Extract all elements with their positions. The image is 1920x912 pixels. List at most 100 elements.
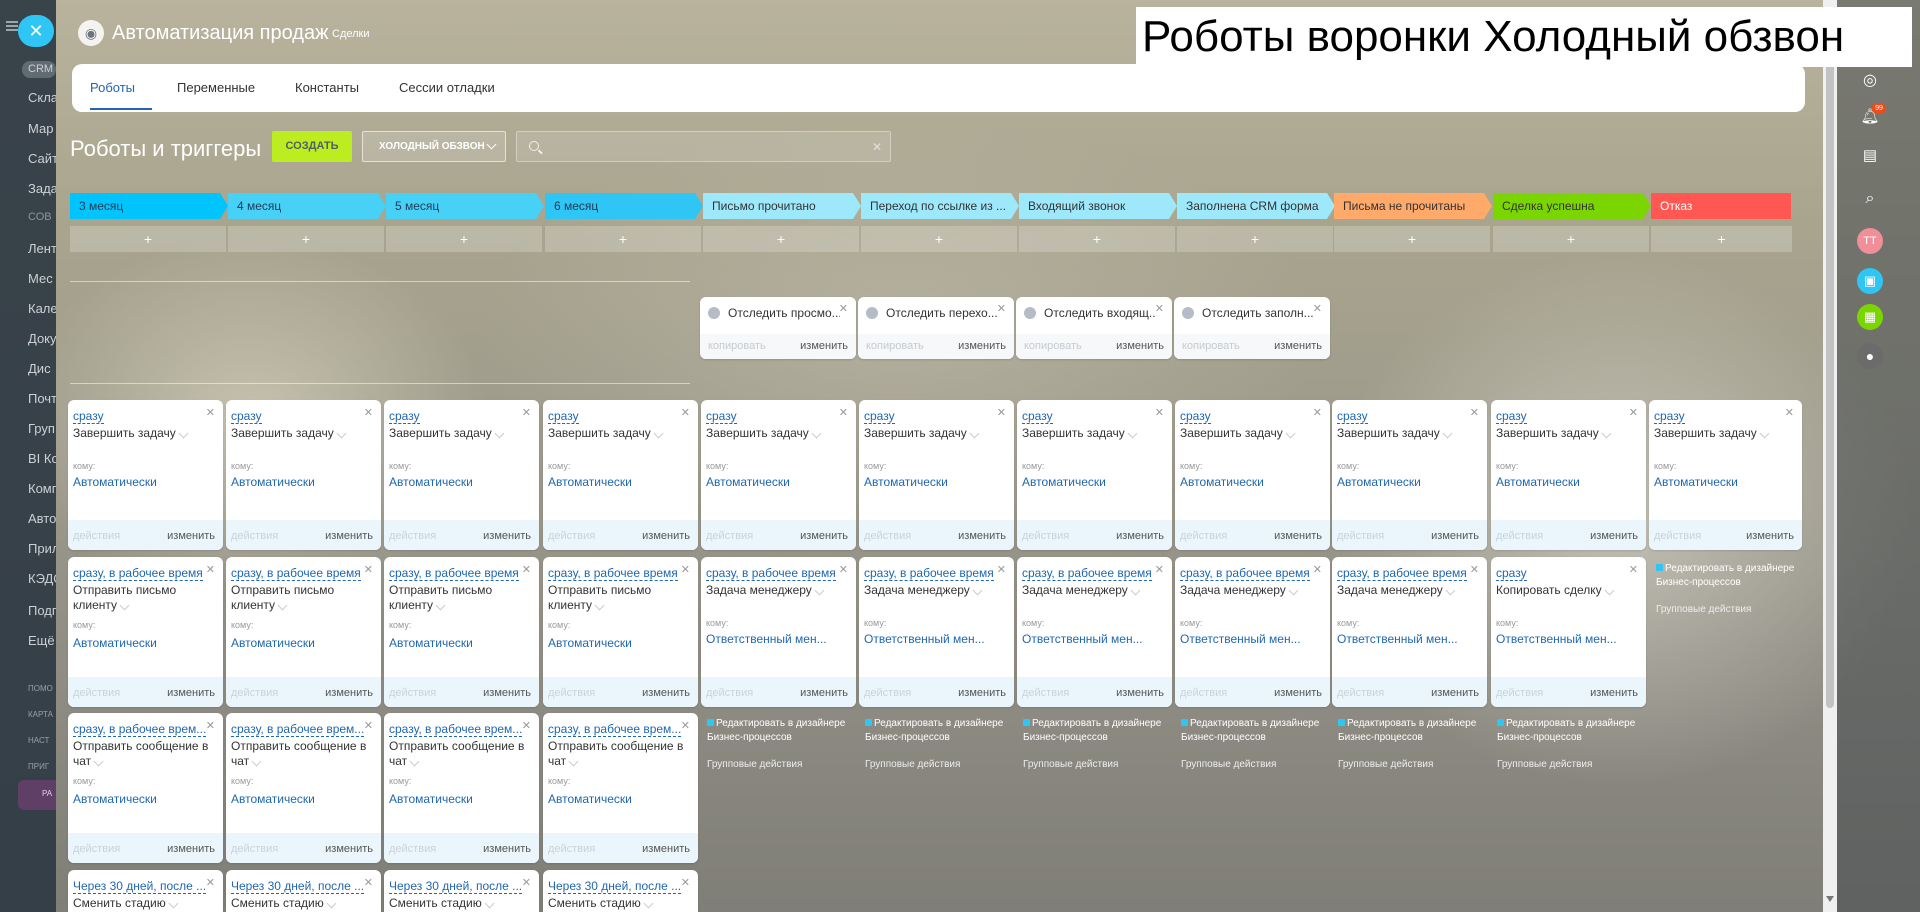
robot-delay[interactable]: сразу bbox=[389, 409, 420, 424]
left-menu-item[interactable]: КЭДО bbox=[28, 571, 56, 586]
robot-responsible[interactable]: Ответственный мен... bbox=[706, 632, 846, 646]
bp-designer-link[interactable]: Редактировать в дизайнере Бизнес-процессо… bbox=[1497, 718, 1635, 743]
close-icon[interactable]: ✕ bbox=[364, 876, 373, 889]
notes-icon[interactable]: ▦ bbox=[1857, 304, 1883, 330]
robot-card[interactable]: сразу, в рабочее время ✕ Отправить письмо … bbox=[384, 557, 539, 707]
close-icon[interactable]: ✕ bbox=[1313, 302, 1322, 315]
robot-card[interactable]: сразу, в рабочее врем... ✕ Отправить сообщ… bbox=[384, 713, 539, 863]
pencil-icon[interactable] bbox=[1601, 428, 1612, 439]
left-menu-item[interactable]: Прил bbox=[28, 541, 56, 556]
close-icon[interactable]: ✕ bbox=[681, 406, 690, 419]
robot-actions-link[interactable]: действия bbox=[1022, 687, 1069, 699]
create-button[interactable]: СОЗДАТЬ bbox=[272, 131, 352, 162]
left-menu-item[interactable]: СОВ bbox=[28, 211, 56, 223]
robot-delay[interactable]: сразу bbox=[1022, 409, 1053, 424]
bp-designer-link[interactable]: Редактировать в дизайнере Бизнес-процессо… bbox=[1338, 718, 1476, 743]
robot-delay[interactable]: сразу, в рабочее врем... bbox=[548, 722, 682, 737]
pencil-icon[interactable] bbox=[168, 898, 179, 909]
left-menu-item[interactable]: Лент bbox=[28, 241, 56, 256]
robot-card[interactable]: сразу, в рабочее время ✕ Задача менеджеру к… bbox=[1175, 557, 1330, 707]
add-trigger-button[interactable]: + bbox=[1493, 226, 1649, 252]
left-menu-item[interactable]: Дис bbox=[28, 361, 56, 376]
robot-actions-link[interactable]: действия bbox=[389, 687, 436, 699]
robot-card[interactable]: Через 30 дней, после ... ✕ Сменить стадию bbox=[68, 870, 223, 912]
robot-edit-link[interactable]: изменить bbox=[800, 530, 848, 542]
left-menu-item[interactable]: Мар bbox=[28, 121, 56, 136]
left-menu-footer-link[interactable]: НАСТ bbox=[28, 736, 56, 745]
robot-actions-link[interactable]: действия bbox=[1022, 530, 1069, 542]
chat-list-icon[interactable]: ▤ bbox=[1857, 143, 1883, 169]
robot-actions-link[interactable]: действия bbox=[73, 530, 120, 542]
robot-edit-link[interactable]: изменить bbox=[1274, 687, 1322, 699]
add-trigger-button[interactable]: + bbox=[545, 226, 701, 252]
stage-3[interactable]: 5 месяц bbox=[386, 193, 536, 219]
robot-delay[interactable]: сразу bbox=[1180, 409, 1211, 424]
scrollbar[interactable] bbox=[1823, 0, 1837, 912]
robot-delay[interactable]: сразу, в рабочее время bbox=[706, 566, 836, 581]
robot-delay[interactable]: сразу, в рабочее время bbox=[548, 566, 678, 581]
robot-actions-link[interactable]: действия bbox=[1496, 687, 1543, 699]
scroll-down-arrow-icon[interactable] bbox=[1826, 896, 1834, 902]
robot-delay[interactable]: сразу, в рабочее время bbox=[1022, 566, 1152, 581]
tab-constants[interactable]: Константы bbox=[295, 80, 359, 95]
close-icon[interactable]: ✕ bbox=[1313, 406, 1322, 419]
robot-card[interactable]: сразу, в рабочее врем... ✕ Отправить сообщ… bbox=[543, 713, 698, 863]
robot-actions-link[interactable]: действия bbox=[864, 530, 911, 542]
robot-responsible[interactable]: Автоматически bbox=[389, 636, 529, 650]
robot-edit-link[interactable]: изменить bbox=[642, 843, 690, 855]
pencil-icon[interactable] bbox=[969, 428, 980, 439]
robot-delay[interactable]: Через 30 дней, после ... bbox=[231, 879, 365, 894]
pencil-icon[interactable] bbox=[93, 756, 104, 767]
pencil-icon[interactable] bbox=[178, 428, 189, 439]
stage-8[interactable]: Заполнена CRM форма bbox=[1177, 193, 1327, 219]
robot-responsible[interactable]: Автоматически bbox=[73, 636, 213, 650]
stage-6[interactable]: Переход по ссылке из ... bbox=[861, 193, 1011, 219]
close-icon[interactable]: ✕ bbox=[1155, 563, 1164, 576]
robot-card[interactable]: сразу, в рабочее время ✕ Отправить письмо … bbox=[226, 557, 381, 707]
close-icon[interactable]: ✕ bbox=[997, 302, 1006, 315]
robot-responsible[interactable]: Автоматически bbox=[231, 636, 371, 650]
bp-designer-link[interactable]: Редактировать в дизайнере Бизнес-процессо… bbox=[707, 718, 845, 743]
robot-delay[interactable]: сразу, в рабочее время bbox=[864, 566, 994, 581]
robot-edit-link[interactable]: изменить bbox=[1590, 687, 1638, 699]
close-icon[interactable]: ✕ bbox=[839, 302, 848, 315]
left-menu-footer-link[interactable]: ПРИГ bbox=[28, 762, 56, 771]
left-menu-footer-link[interactable]: ПОМО bbox=[28, 684, 56, 693]
pencil-icon[interactable] bbox=[494, 428, 505, 439]
close-icon[interactable]: ✕ bbox=[839, 563, 848, 576]
left-menu-item[interactable]: Груп bbox=[28, 421, 56, 436]
group-actions-link[interactable]: Групповые действия bbox=[707, 759, 845, 770]
robot-delay[interactable]: сразу, в рабочее врем... bbox=[231, 722, 365, 737]
add-trigger-button[interactable]: + bbox=[1177, 226, 1333, 252]
robot-edit-link[interactable]: изменить bbox=[325, 843, 373, 855]
close-icon[interactable]: ✕ bbox=[206, 563, 215, 576]
group-actions-link[interactable]: Групповые действия bbox=[865, 759, 1003, 770]
robot-delay[interactable]: сразу, в рабочее время bbox=[389, 566, 519, 581]
stage-2[interactable]: 4 месяц bbox=[228, 193, 378, 219]
robot-actions-link[interactable]: действия bbox=[389, 843, 436, 855]
bp-designer-link[interactable]: Редактировать в дизайнере Бизнес-процессо… bbox=[1181, 718, 1319, 743]
close-icon[interactable]: ✕ bbox=[522, 876, 531, 889]
left-menu-item[interactable]: Доку bbox=[28, 331, 56, 346]
pencil-icon[interactable] bbox=[1288, 585, 1299, 596]
robot-card[interactable]: сразу, в рабочее время ✕ Отправить письмо … bbox=[543, 557, 698, 707]
tab-robots[interactable]: Роботы bbox=[90, 80, 135, 95]
robot-card[interactable]: сразу ✕ Копировать сделку кому: Ответственны… bbox=[1491, 557, 1646, 707]
robot-responsible[interactable]: Ответственный мен... bbox=[1022, 632, 1162, 646]
robot-card[interactable]: сразу ✕ Завершить задачу кому: Автоматически… bbox=[226, 400, 381, 550]
hamburger-icon[interactable] bbox=[6, 21, 18, 31]
robot-responsible[interactable]: Ответственный мен... bbox=[1496, 632, 1636, 646]
bp-designer-link[interactable]: Редактировать в дизайнере Бизнес-процессо… bbox=[1656, 563, 1794, 588]
robot-card[interactable]: сразу ✕ Завершить задачу кому: Автоматически… bbox=[1649, 400, 1802, 550]
robot-card[interactable]: сразу, в рабочее время ✕ Отправить письмо … bbox=[68, 557, 223, 707]
stage-7[interactable]: Входящий звонок bbox=[1019, 193, 1169, 219]
group-actions-link[interactable]: Групповые действия bbox=[1181, 759, 1319, 770]
pencil-icon[interactable] bbox=[336, 428, 347, 439]
robot-card[interactable]: сразу, в рабочее время ✕ Задача менеджеру к… bbox=[1332, 557, 1487, 707]
bp-designer-link[interactable]: Редактировать в дизайнере Бизнес-процессо… bbox=[1023, 718, 1161, 743]
search-icon[interactable]: ⌕ bbox=[1857, 186, 1883, 212]
robot-delay[interactable]: сразу, в рабочее время bbox=[1337, 566, 1467, 581]
robot-actions-link[interactable]: действия bbox=[1337, 530, 1384, 542]
close-icon[interactable]: ✕ bbox=[1470, 406, 1479, 419]
robot-responsible[interactable]: Автоматически bbox=[548, 792, 688, 806]
